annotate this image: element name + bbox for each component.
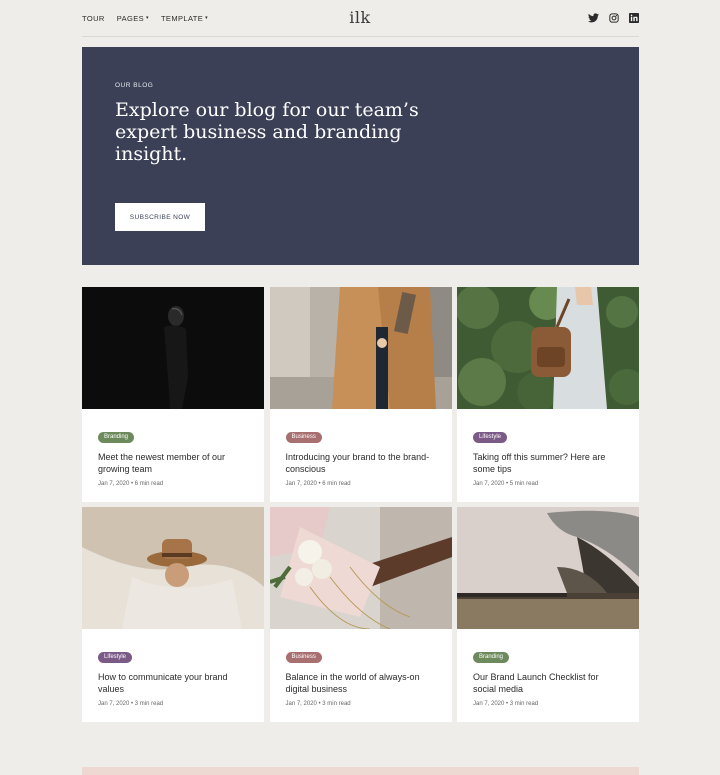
read-time: 3 min read [134,701,164,707]
instagram-icon[interactable] [608,13,619,24]
post-date: Jan 7, 2020 [285,481,317,487]
linkedin-icon[interactable] [628,13,639,24]
read-time: 5 min read [509,481,539,487]
post-meta: Jan 7, 2020 • 3 min read [473,701,539,707]
read-time: 6 min read [322,481,351,487]
post-meta: Jan 7, 2020 • 3 min read [98,701,164,707]
dark-portrait-photo [82,287,264,409]
flowers-photo [269,507,452,629]
blog-card[interactable]: Business Introducing your brand to the b… [269,287,452,502]
nav-menu: TOUR PAGES ▾ TEMPLATE ▾ [82,14,208,23]
post-date: Jan 7, 2020 [98,701,130,707]
post-title[interactable]: How to communicate your brand values [98,671,248,695]
category-badge[interactable]: Lifestyle [98,652,133,663]
backpack-hedge-photo [457,287,639,409]
post-title[interactable]: Balance in the world of always-on digita… [286,671,436,695]
read-time: 3 min read [322,701,351,707]
footer-banner-edge [82,767,639,775]
nav-item-template[interactable]: TEMPLATE ▾ [161,14,208,23]
opera-house-photo [457,507,639,629]
blog-card[interactable]: Branding Meet the newest member of our g… [82,287,264,502]
category-badge[interactable]: Branding [473,652,510,663]
category-badge[interactable]: Business [285,652,322,663]
category-badge[interactable]: Lifestyle [473,432,508,443]
social-links [588,13,639,24]
category-badge[interactable]: Business [285,432,322,443]
site-logo[interactable]: ilk [349,8,370,27]
twitter-icon[interactable] [588,13,599,24]
hat-veil-photo [82,507,264,629]
blog-card[interactable]: Branding Our Brand Launch Checklist for … [457,507,639,722]
post-date: Jan 7, 2020 [285,701,317,707]
read-time: 3 min read [509,701,539,707]
hero-heading: Explore our blog for our team’s expert b… [115,99,419,165]
category-badge[interactable]: Branding [98,432,135,443]
blog-post-grid: Branding Meet the newest member of our g… [82,287,639,722]
nav-item-pages[interactable]: PAGES ▾ [117,14,149,23]
blog-card[interactable]: Business Balance in the world of always-… [269,507,452,722]
post-date: Jan 7, 2020 [473,481,505,487]
nav-item-label: TEMPLATE [160,13,204,23]
post-title[interactable]: Taking off this summer? Here are some ti… [473,451,623,475]
chevron-down-icon: ▾ [205,15,209,21]
post-title[interactable]: Meet the newest member of our growing te… [98,451,248,475]
chevron-down-icon: ▾ [146,15,149,21]
nav-item-label: TOUR [82,13,105,23]
post-meta: Jan 7, 2020 • 5 min read [473,481,539,487]
post-title[interactable]: Introducing your brand to the brand-cons… [286,451,436,475]
subscribe-button[interactable]: SUBSCRIBE NOW [115,203,205,231]
post-meta: Jan 7, 2020 • 6 min read [98,481,164,487]
header-divider [82,36,639,37]
post-date: Jan 7, 2020 [473,701,505,707]
post-date: Jan 7, 2020 [98,481,130,487]
camel-coat-photo [269,287,452,409]
post-meta: Jan 7, 2020 • 3 min read [285,701,351,707]
blog-card[interactable]: Lifestyle Taking off this summer? Here a… [457,287,639,502]
hero-eyebrow: OUR BLOG [115,82,154,89]
hero-banner: OUR BLOG Explore our blog for our team’s… [82,47,639,265]
blog-card[interactable]: Lifestyle How to communicate your brand … [82,507,264,722]
post-title[interactable]: Our Brand Launch Checklist for social me… [473,671,623,695]
nav-item-tour[interactable]: TOUR [82,14,105,23]
post-meta: Jan 7, 2020 • 6 min read [285,481,351,487]
nav-item-label: PAGES [116,13,145,23]
read-time: 6 min read [134,481,164,487]
